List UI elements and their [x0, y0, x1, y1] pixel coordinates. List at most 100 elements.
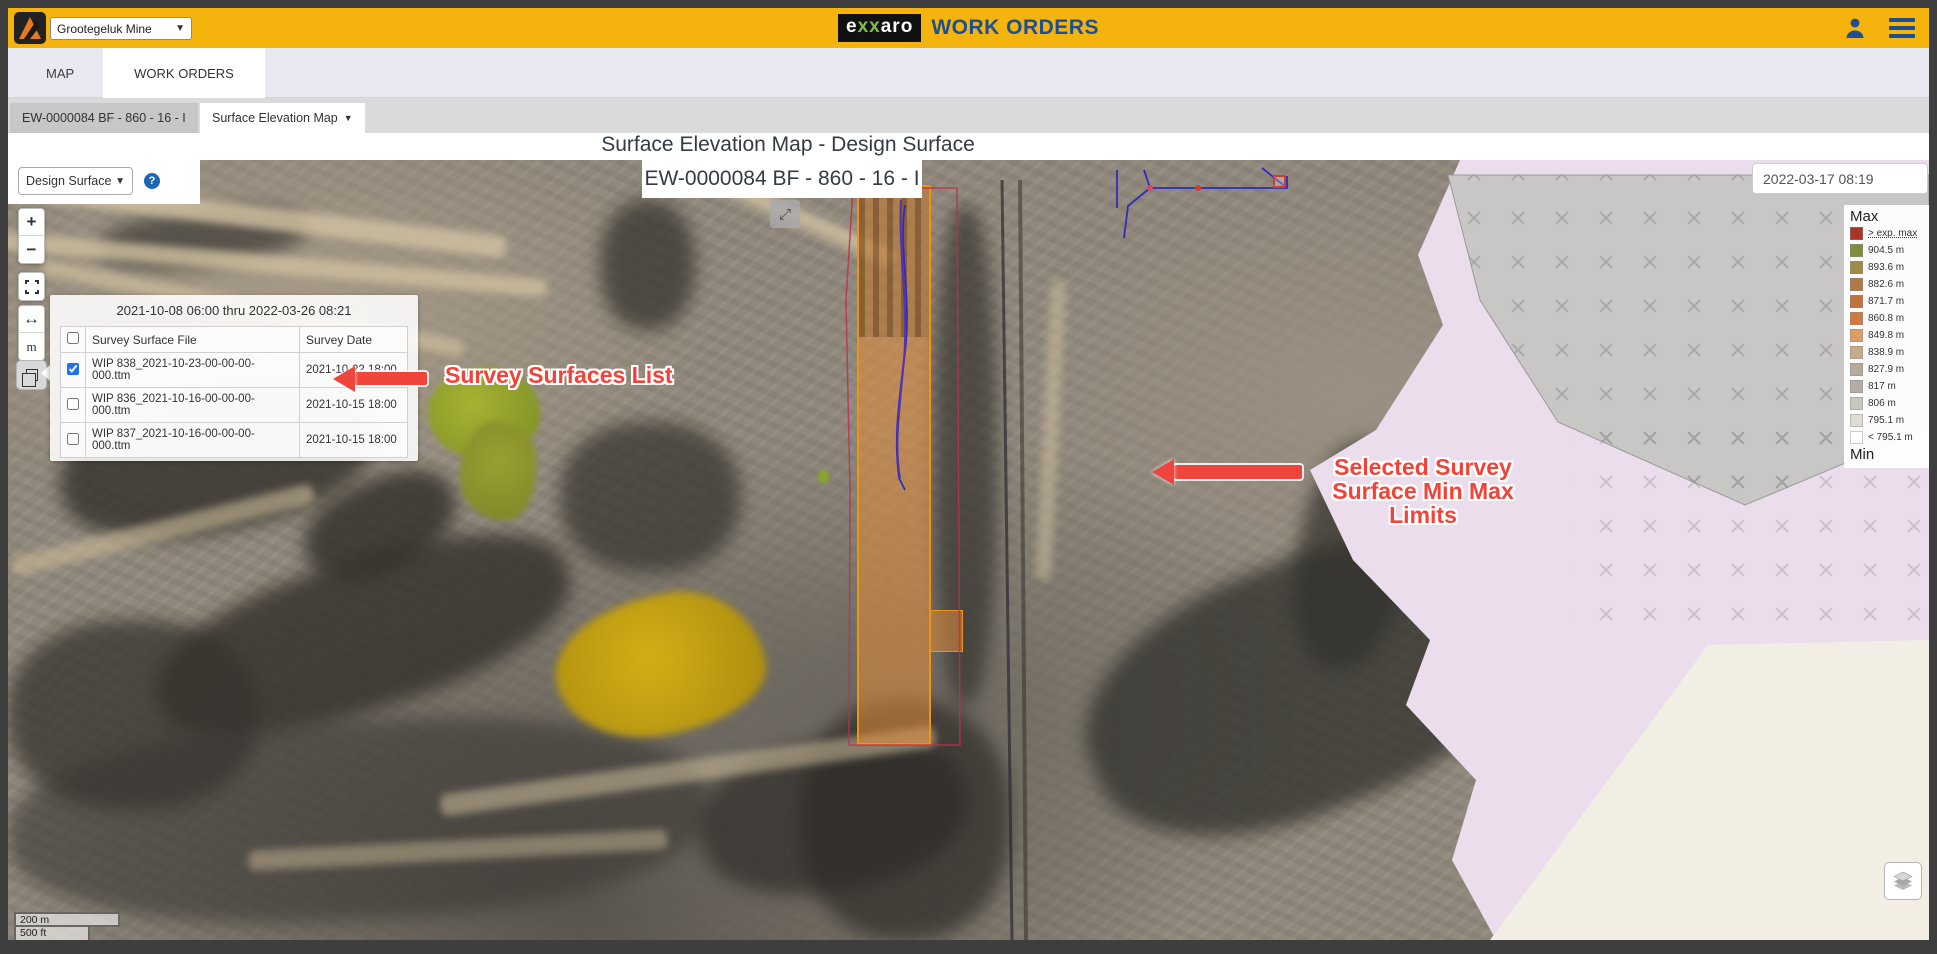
- annotation-arrow-left: [355, 372, 427, 385]
- legend-entry: 882.6 m: [1850, 276, 1924, 293]
- survey-file-cell: WIP 837_2021-10-16-00-00-00-000.ttm: [86, 423, 300, 458]
- page-title: Surface Elevation Map - Design Surface: [8, 133, 1568, 157]
- legend-label: 838.9 m: [1868, 347, 1904, 358]
- legend-entry: 827.9 m: [1850, 361, 1924, 378]
- user-icon[interactable]: [1843, 16, 1867, 40]
- legend-label: 904.5 m: [1868, 245, 1904, 256]
- table-header-row: Survey Surface File Survey Date: [61, 327, 408, 353]
- legend-label: 882.6 m: [1868, 279, 1904, 290]
- survey-row-checkbox[interactable]: [67, 363, 79, 375]
- annotation-arrow-limits: [1174, 465, 1302, 479]
- legend-swatch: [1850, 363, 1863, 376]
- legend-entry: 817 m: [1850, 378, 1924, 395]
- legend-label: 849.8 m: [1868, 330, 1904, 341]
- legend-label: 795.1 m: [1868, 415, 1904, 426]
- legend-label: 817 m: [1868, 381, 1896, 392]
- legend-max-label: Max: [1850, 208, 1924, 225]
- survey-surfaces-table: Survey Surface File Survey Date WIP 838_…: [60, 326, 408, 458]
- column-header-file: Survey Surface File: [86, 327, 300, 353]
- app-title: WORK ORDERS: [931, 16, 1099, 40]
- surface-type-select[interactable]: Design Surface▼: [18, 167, 133, 195]
- title-band: Surface Elevation Map - Design Surface: [8, 133, 1929, 160]
- legend-swatch: [1850, 244, 1863, 257]
- chevron-down-icon: ▼: [344, 113, 353, 123]
- measure-control: ↔ m: [18, 305, 45, 361]
- fullscreen-button[interactable]: [19, 273, 44, 300]
- elevation-legend: Max > exp. max 904.5 m 893.6 m 882.6 m 8…: [1844, 205, 1929, 468]
- survey-date-cell: 2021-10-15 18:00: [300, 423, 408, 458]
- legend-label: < 795.1 m: [1868, 432, 1913, 443]
- survey-panel-date-range: 2021-10-08 06:00 thru 2022-03-26 08:21: [50, 295, 418, 324]
- legend-entry: 806 m: [1850, 395, 1924, 412]
- survey-row-checkbox[interactable]: [67, 398, 79, 410]
- legend-swatch: [1850, 346, 1863, 359]
- legend-entry: 860.8 m: [1850, 310, 1924, 327]
- collapse-control[interactable]: ⤢: [770, 200, 800, 228]
- legend-swatch: [1850, 227, 1863, 240]
- layers-button[interactable]: [1884, 862, 1922, 900]
- app-logo-icon: [14, 12, 46, 44]
- legend-swatch: [1850, 431, 1863, 444]
- legend-label: 827.9 m: [1868, 364, 1904, 375]
- tab-work-orders[interactable]: WORK ORDERS: [103, 48, 265, 98]
- measure-unit-button[interactable]: m: [19, 333, 44, 360]
- fullscreen-icon: [25, 280, 39, 294]
- survey-file-cell: WIP 836_2021-10-16-00-00-00-000.ttm: [86, 388, 300, 423]
- scale-imperial: 500 ft: [14, 927, 90, 940]
- legend-label: > exp. max: [1868, 228, 1917, 239]
- legend-entry: > exp. max: [1850, 225, 1924, 242]
- mine-select[interactable]: Grootegeluk Mine ▼: [50, 17, 192, 40]
- app-header: Grootegeluk Mine ▼ exxaro WORK ORDERS: [8, 8, 1929, 48]
- legend-label: 871.7 m: [1868, 296, 1904, 307]
- survey-file-cell: WIP 838_2021-10-23-00-00-00-000.ttm: [86, 353, 300, 388]
- map-canvas[interactable]: EW-0000084 BF - 860 - 16 - I Design Surf…: [8, 160, 1929, 940]
- map-scale: 200 m 500 ft: [14, 912, 120, 940]
- legend-swatch: [1850, 261, 1863, 274]
- measure-distance-button[interactable]: ↔: [19, 306, 44, 333]
- table-row[interactable]: WIP 836_2021-10-16-00-00-00-000.ttm 2021…: [61, 388, 408, 423]
- annotation-limits: Selected Survey Surface Min Max Limits: [1303, 455, 1543, 527]
- design-polylines: [897, 168, 1287, 490]
- help-icon[interactable]: ?: [144, 173, 160, 189]
- panel-pointer: [41, 365, 50, 381]
- tab-work-order-id[interactable]: EW-0000084 BF - 860 - 16 - I: [10, 103, 198, 133]
- column-header-date: Survey Date: [300, 327, 408, 353]
- design-node-square: [1274, 176, 1285, 187]
- view-dropdown[interactable]: Surface Elevation Map▼: [200, 103, 365, 133]
- design-node-dot: [1147, 185, 1153, 191]
- layers-icon: [1890, 868, 1916, 894]
- zoom-in-button[interactable]: +: [19, 209, 44, 236]
- annotation-surfaces-list: Survey Surfaces List: [445, 363, 673, 387]
- legend-label: 806 m: [1868, 398, 1896, 409]
- survey-row-checkbox[interactable]: [67, 433, 79, 445]
- page-subtitle: EW-0000084 BF - 860 - 16 - I: [642, 160, 922, 198]
- legend-label: 893.6 m: [1868, 262, 1904, 273]
- main-tabs: MAP WORK ORDERS: [8, 48, 1929, 98]
- select-all-checkbox[interactable]: [67, 332, 79, 344]
- legend-entry: 849.8 m: [1850, 327, 1924, 344]
- datetime-input[interactable]: 2022-03-17 08:19: [1752, 163, 1928, 194]
- legend-label: 860.8 m: [1868, 313, 1904, 324]
- legend-entry: 893.6 m: [1850, 259, 1924, 276]
- exxaro-logo: exxaro: [838, 14, 921, 42]
- legend-entry: 795.1 m: [1850, 412, 1924, 429]
- tab-map[interactable]: MAP: [28, 48, 92, 98]
- menu-icon[interactable]: [1889, 14, 1915, 42]
- zoom-out-button[interactable]: −: [19, 236, 44, 263]
- legend-entry: 904.5 m: [1850, 242, 1924, 259]
- zoom-control: + −: [18, 208, 45, 264]
- legend-swatch: [1850, 295, 1863, 308]
- copy-layers-icon: [26, 369, 38, 381]
- legend-swatch: [1850, 414, 1863, 427]
- map-vector-overlay: [8, 160, 1929, 940]
- scale-metric: 200 m: [14, 912, 120, 927]
- legend-swatch: [1850, 312, 1863, 325]
- legend-entry: 871.7 m: [1850, 293, 1924, 310]
- legend-swatch: [1850, 329, 1863, 342]
- legend-entry: 838.9 m: [1850, 344, 1924, 361]
- design-node-dot: [1195, 185, 1201, 191]
- app-window: Grootegeluk Mine ▼ exxaro WORK ORDERS MA…: [8, 8, 1929, 940]
- select-all-cell: [61, 327, 86, 353]
- table-row[interactable]: WIP 837_2021-10-16-00-00-00-000.ttm 2021…: [61, 423, 408, 458]
- chevron-down-icon: ▼: [115, 176, 125, 187]
